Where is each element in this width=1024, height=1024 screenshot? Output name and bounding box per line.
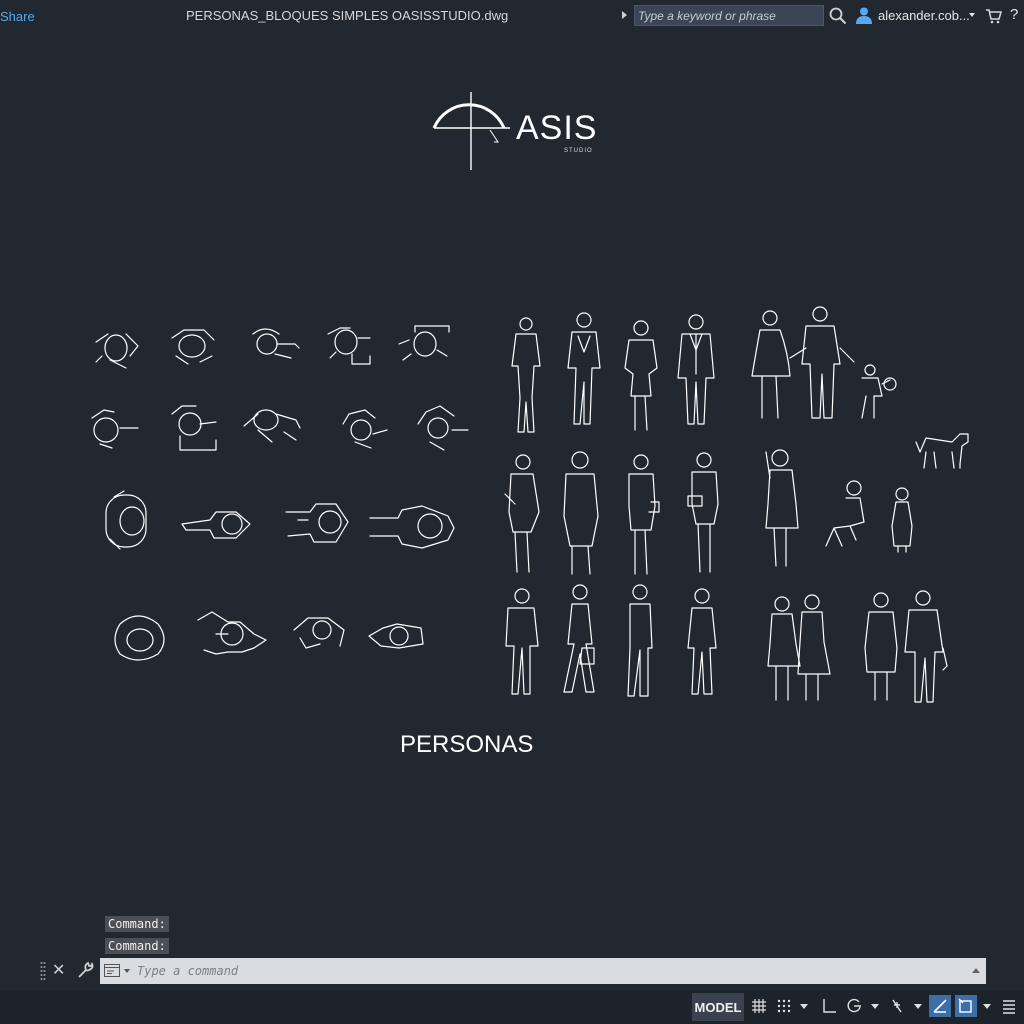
user-menu-caret-icon[interactable] xyxy=(969,13,975,17)
title-bar: Share PERSONAS_BLOQUES SIMPLES OASISSTUD… xyxy=(0,0,1024,34)
elevation-dog-sitting xyxy=(891,487,913,553)
plan-person-sitting xyxy=(342,409,388,449)
elevation-couple xyxy=(864,590,948,703)
selection-cycling-icon[interactable] xyxy=(955,995,977,1017)
plan-person-sitting xyxy=(252,328,300,359)
elevation-woman xyxy=(765,449,799,567)
elevation-man xyxy=(567,312,601,425)
plan-person-sitting xyxy=(293,617,345,649)
recent-commands-caret-icon[interactable] xyxy=(124,969,130,973)
elevation-women-talking xyxy=(767,594,831,701)
polar-dropdown-icon[interactable] xyxy=(871,1004,879,1009)
cart-icon[interactable] xyxy=(985,8,1002,24)
elevation-woman xyxy=(624,320,658,431)
elevation-man-suit xyxy=(505,588,539,695)
drag-handle-icon[interactable] xyxy=(40,961,46,981)
plan-person-at-desk xyxy=(171,405,217,451)
plan-person-walking xyxy=(181,511,251,539)
share-link[interactable]: Share xyxy=(0,9,35,24)
search-input[interactable]: Type a keyword or phrase xyxy=(634,5,824,26)
elevation-family xyxy=(751,306,897,419)
snap-grid-icon[interactable] xyxy=(773,995,795,1017)
snap-dropdown-icon[interactable] xyxy=(800,1004,808,1009)
elevation-woman xyxy=(504,454,540,573)
logo-subtext: STUDIO xyxy=(564,148,593,154)
plan-person-walking xyxy=(369,505,455,549)
elevation-woman-bag xyxy=(687,452,719,573)
people-blocks-drawing[interactable] xyxy=(80,304,980,744)
command-history-line: Command: xyxy=(105,916,169,932)
ortho-icon[interactable] xyxy=(818,995,840,1017)
document-title: PERSONAS_BLOQUES SIMPLES OASISSTUDIO.dwg xyxy=(186,8,509,23)
plan-person-walking xyxy=(285,503,349,543)
plan-person-walking xyxy=(105,490,147,550)
object-snap-icon[interactable] xyxy=(886,995,908,1017)
customize-icon[interactable] xyxy=(998,995,1020,1017)
command-input[interactable]: Type a command xyxy=(100,958,986,984)
elevation-dog xyxy=(915,433,969,469)
history-up-arrow-icon[interactable] xyxy=(972,968,980,973)
osnap-dropdown-icon[interactable] xyxy=(914,1004,922,1009)
drawing-canvas[interactable]: ASIS STUDIO PERSONAS xyxy=(0,34,1024,914)
plan-person-at-desk xyxy=(398,325,450,361)
elevation-man-suit xyxy=(677,314,715,425)
wrench-icon[interactable] xyxy=(76,961,94,979)
help-icon[interactable]: ? xyxy=(1010,6,1018,23)
plan-person-standing xyxy=(114,615,165,661)
plan-person-lying xyxy=(368,623,424,649)
status-bar: MODEL xyxy=(0,990,1024,1024)
elevation-person-sitting xyxy=(825,480,865,547)
command-history-line: Command: xyxy=(105,938,169,954)
polar-tracking-icon[interactable] xyxy=(843,995,865,1017)
logo-text: ASIS xyxy=(516,109,598,147)
plan-person-sitting xyxy=(95,333,139,369)
elevation-woman-bag xyxy=(628,454,660,575)
command-line: ✕ Type a command xyxy=(38,957,986,985)
elevation-man-briefcase xyxy=(563,584,595,693)
plan-person-sitting xyxy=(91,409,139,449)
selection-dropdown-icon[interactable] xyxy=(983,1004,991,1009)
elevation-man-side xyxy=(627,584,653,697)
command-prompt-icon[interactable] xyxy=(104,964,120,977)
section-label: PERSONAS xyxy=(400,731,534,758)
model-space-button[interactable]: MODEL xyxy=(692,993,744,1021)
plan-person-sitting xyxy=(417,405,469,451)
isometric-draft-icon[interactable] xyxy=(929,995,951,1017)
elevation-man-side xyxy=(687,588,717,695)
plan-person-sitting xyxy=(171,329,215,365)
elevation-man xyxy=(511,317,541,433)
user-name[interactable]: alexander.cob... xyxy=(878,8,970,23)
plan-person-walking xyxy=(197,611,267,655)
search-expand-arrow-icon[interactable] xyxy=(622,11,627,19)
plan-person-at-desk xyxy=(327,327,371,365)
search-icon[interactable] xyxy=(829,7,847,25)
user-icon[interactable] xyxy=(855,6,873,24)
grid-icon[interactable] xyxy=(748,995,770,1017)
elevation-woman xyxy=(563,451,599,575)
plan-person-sitting xyxy=(243,409,301,443)
close-icon[interactable]: ✕ xyxy=(52,960,65,980)
command-input-placeholder: Type a command xyxy=(137,964,239,978)
